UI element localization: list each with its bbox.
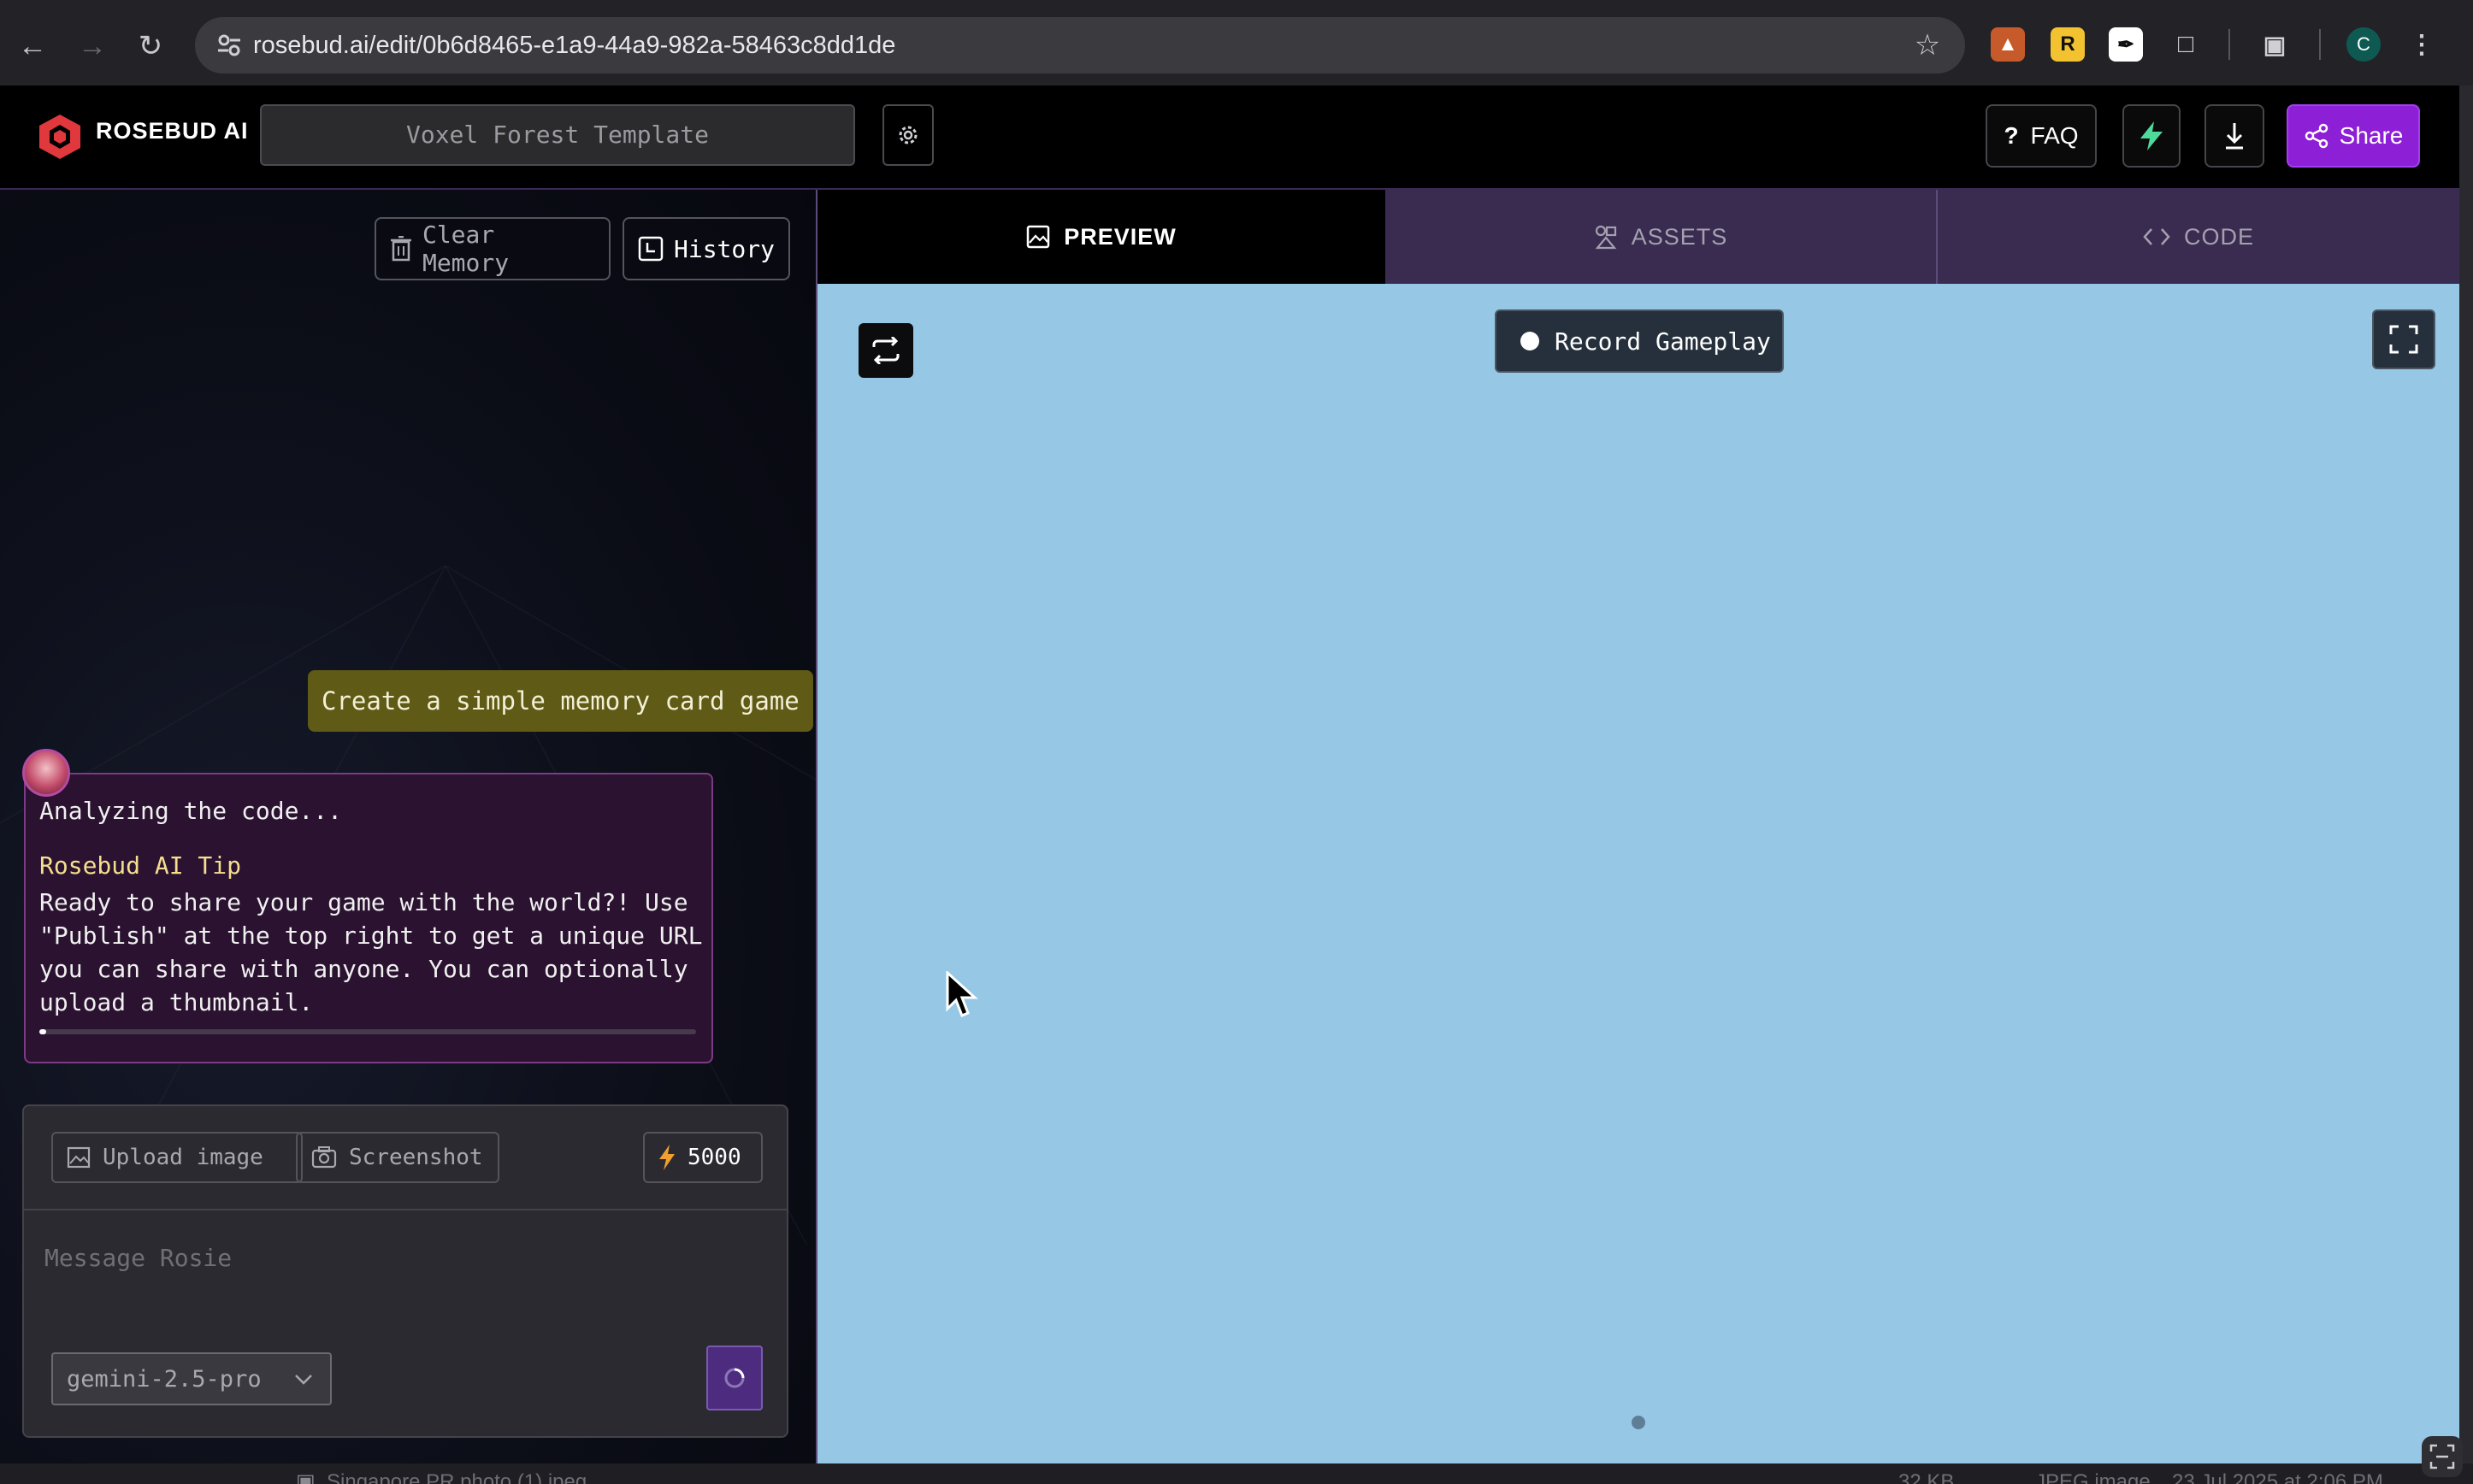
profile-avatar[interactable]: C <box>2346 27 2381 62</box>
record-gameplay-button[interactable]: Record Gameplay <box>1495 309 1784 373</box>
upload-image-button[interactable]: Upload image <box>51 1132 303 1183</box>
history-button[interactable]: History <box>623 217 790 280</box>
history-label: History <box>673 234 775 263</box>
toolbar-divider <box>2228 29 2230 60</box>
record-gameplay-label: Record Gameplay <box>1555 327 1771 356</box>
fox-extension-icon[interactable]: ▲ <box>1991 27 2025 62</box>
tab-code-label: CODE <box>2183 223 2254 250</box>
reload-icon[interactable]: ↻ <box>127 22 174 70</box>
browser-menu-icon[interactable]: ⋮ <box>2405 27 2439 62</box>
download-icon <box>2226 123 2243 150</box>
boost-button[interactable] <box>2122 104 2181 168</box>
camera-icon <box>311 1146 337 1169</box>
share-icon <box>2305 123 2328 149</box>
tip-body: Ready to share your game with the world?… <box>39 888 703 1016</box>
forward-icon[interactable]: → <box>68 22 116 70</box>
question-icon: ? <box>2004 122 2019 149</box>
loading-spinner-icon <box>724 1368 745 1388</box>
rosie-avatar <box>22 749 70 797</box>
window-scrollbar[interactable] <box>2459 85 2473 1463</box>
composer-toolbar: Upload image Screenshot 5000 <box>24 1106 787 1210</box>
model-select-value: gemini-2.5-pro <box>67 1365 262 1393</box>
lightning-icon <box>659 1145 675 1170</box>
screenshot-button[interactable]: Screenshot <box>296 1132 499 1183</box>
clear-memory-button[interactable]: Clear Memory <box>375 217 611 280</box>
faq-button[interactable]: ? FAQ <box>1986 104 2097 168</box>
browser-toolbar: ← → ↻ rosebud.ai/edit/0b6d8465-e1a9-44a9… <box>0 0 2473 85</box>
trash-icon <box>390 236 411 262</box>
url-text[interactable]: rosebud.ai/edit/0b6d8465-e1a9-44a9-982a-… <box>253 17 895 74</box>
toolbar-divider <box>2319 29 2321 60</box>
share-button[interactable]: Share <box>2287 104 2420 168</box>
image-icon <box>67 1146 91 1169</box>
chat-panel: Clear Memory History Create a simple mem… <box>0 190 816 1463</box>
lightning-icon <box>2140 121 2163 150</box>
app-header: ROSEBUD AI Voxel Forest Template ? FAQ S… <box>0 85 2459 190</box>
gear-icon <box>899 126 918 144</box>
user-message-bubble: Create a simple memory card game <box>308 670 813 732</box>
tab-code[interactable]: CODE <box>1938 190 2459 284</box>
faq-label: FAQ <box>2030 122 2079 149</box>
tip-title: Rosebud AI Tip <box>39 851 242 880</box>
send-button[interactable] <box>706 1346 763 1410</box>
clear-memory-label: Clear Memory <box>422 221 510 277</box>
brand-name: ROSEBUD AI <box>96 118 249 144</box>
r-extension-label: R <box>2060 32 2075 56</box>
tab-preview[interactable]: PREVIEW <box>817 190 1385 284</box>
upload-image-label: Upload image <box>103 1145 263 1170</box>
settings-button[interactable] <box>882 104 934 166</box>
fullscreen-button[interactable] <box>2372 309 2435 369</box>
swap-button[interactable] <box>859 323 913 378</box>
code-icon <box>2143 228 2170 245</box>
rosebud-logo-icon[interactable] <box>36 113 84 161</box>
r-extension-icon[interactable]: R <box>2051 27 2085 62</box>
profile-initial: C <box>2357 33 2370 55</box>
progress-bar <box>39 1029 696 1034</box>
assistant-status-text: Analyzing the code... <box>39 797 343 825</box>
download-filename[interactable]: Singapore PR photo (1).jpeg <box>327 1463 587 1484</box>
extensions-puzzle-icon[interactable]: □ <box>2169 27 2203 62</box>
canvas-indicator-dot <box>1632 1416 1645 1429</box>
history-icon <box>638 236 664 262</box>
download-button[interactable] <box>2204 104 2264 168</box>
fullscreen-icon <box>2389 325 2418 354</box>
assets-icon <box>1595 225 1617 250</box>
credits-badge[interactable]: 5000 <box>643 1132 763 1183</box>
download-type: JPEG image <box>2035 1470 2151 1484</box>
share-label: Share <box>2339 122 2404 149</box>
model-select[interactable]: gemini-2.5-pro <box>51 1352 332 1405</box>
assistant-message-bubble: Analyzing the code... Rosebud AI Tip Rea… <box>24 773 713 1063</box>
credits-count: 5000 <box>688 1145 741 1170</box>
swap-arrows-icon <box>872 337 900 364</box>
bookmark-star-icon[interactable]: ☆ <box>1910 28 1945 62</box>
download-date: 23 Jul 2025 at 2:06 PM <box>2172 1470 2383 1484</box>
pen-extension-icon[interactable]: ✒ <box>2109 27 2143 62</box>
project-name-input[interactable]: Voxel Forest Template <box>260 104 855 166</box>
mouse-cursor-icon <box>946 971 978 1017</box>
back-icon[interactable]: ← <box>9 22 56 70</box>
record-dot-icon <box>1520 332 1539 350</box>
tab-bar: PREVIEW ASSETS CODE <box>817 190 2459 284</box>
address-bar[interactable]: rosebud.ai/edit/0b6d8465-e1a9-44a9-982a-… <box>195 17 1965 74</box>
screenshot-label: Screenshot <box>349 1145 483 1170</box>
tab-search-icon[interactable]: ▣ <box>2258 27 2292 62</box>
screen-capture-icon[interactable] <box>2422 1436 2463 1477</box>
message-composer: Upload image Screenshot 5000 gemini-2.5-… <box>22 1104 788 1438</box>
site-settings-icon[interactable] <box>212 28 246 62</box>
download-size: 32 KB <box>1898 1470 1955 1484</box>
progress-fill <box>39 1029 46 1034</box>
tab-assets-label: ASSETS <box>1631 223 1728 250</box>
preview-panel: PREVIEW ASSETS CODE Record Gameplay <box>816 190 2459 1463</box>
file-icon: ▣ <box>296 1470 316 1484</box>
chevron-down-icon <box>295 1375 312 1385</box>
finder-download-row: ▣ Singapore PR photo (1).jpeg 32 KB JPEG… <box>0 1463 2473 1484</box>
image-icon <box>1026 225 1050 249</box>
tab-assets[interactable]: ASSETS <box>1385 190 1938 284</box>
tab-preview-label: PREVIEW <box>1064 223 1177 250</box>
message-input[interactable] <box>43 1222 770 1293</box>
